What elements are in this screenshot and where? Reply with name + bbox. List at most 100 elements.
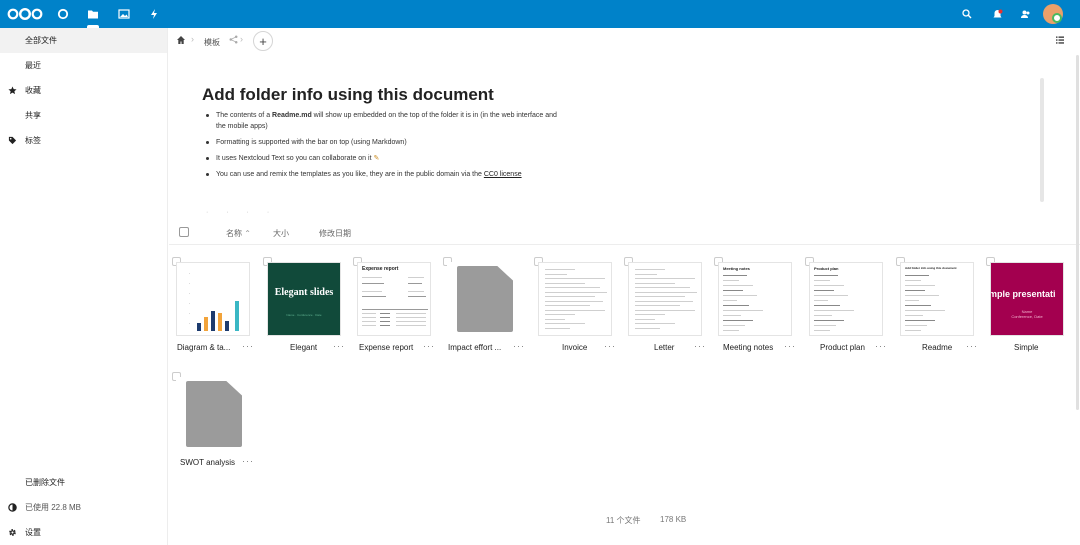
more-actions-icon[interactable]: ··· — [513, 341, 525, 351]
more-actions-icon[interactable]: ··· — [966, 341, 978, 351]
file-thumbnail[interactable]: Meeting notes — [718, 262, 792, 336]
cc0-license-link[interactable]: CC0 license — [484, 171, 522, 178]
photos-icon[interactable] — [116, 6, 132, 22]
thumbnail-text-line — [380, 325, 390, 326]
sidebar-item-label: 标签 — [25, 136, 41, 145]
file-thumbnail[interactable]: Add folder info using this document — [900, 262, 974, 336]
file-name[interactable]: Invoice — [562, 343, 587, 352]
sidebar-item-tags[interactable]: 标签 — [0, 128, 167, 153]
more-actions-icon[interactable]: ··· — [333, 341, 345, 351]
thumbnail-text-line — [814, 315, 832, 316]
thumbnail-text-line — [380, 317, 390, 318]
readme-content: The contents of a Readme.md will show up… — [206, 110, 566, 185]
column-header-size[interactable]: 大小 — [273, 228, 289, 239]
sidebar-item-recent[interactable]: 最近 — [0, 53, 167, 78]
notifications-icon[interactable] — [989, 6, 1005, 22]
more-actions-icon[interactable]: ··· — [242, 456, 254, 466]
sort-arrow-icon: ⌃ — [244, 229, 251, 238]
file-name[interactable]: SWOT analysis — [180, 458, 235, 467]
file-thumbnail[interactable]: Product plan — [809, 262, 883, 336]
file-name[interactable]: Product plan — [820, 343, 865, 352]
column-header-name[interactable]: 名称 ⌃ — [226, 228, 251, 239]
sidebar-quota[interactable]: 已使用 22.8 MB — [0, 495, 167, 520]
file-tile[interactable]: Diagram & ta... ··· — [172, 257, 262, 367]
more-actions-icon[interactable]: ··· — [694, 341, 706, 351]
sidebar-item-all-files[interactable]: 全部文件 — [0, 28, 167, 53]
list-view-icon[interactable] — [1055, 35, 1065, 45]
thumbnail-text-line — [905, 315, 923, 316]
breadcrumb-folder[interactable]: 模板 — [204, 37, 220, 48]
more-actions-icon[interactable]: ··· — [604, 341, 616, 351]
file-name[interactable]: Expense report — [359, 343, 413, 352]
sidebar-item-shared[interactable]: 共享 — [0, 103, 167, 128]
file-thumbnail[interactable] — [447, 262, 521, 336]
contacts-icon[interactable] — [1017, 6, 1033, 22]
thumbnail-text-line — [545, 287, 600, 288]
thumbnail-text-line — [362, 283, 384, 284]
thumbnail-text-line — [635, 300, 693, 302]
dashboard-icon[interactable] — [55, 6, 71, 22]
file-tile[interactable]: Invoice ··· — [534, 257, 624, 367]
file-name[interactable]: Letter — [654, 343, 674, 352]
file-thumbnail[interactable] — [628, 262, 702, 336]
file-name[interactable]: Readme — [922, 343, 952, 352]
thumbnail-text-line — [905, 275, 929, 276]
lightning-icon[interactable] — [146, 6, 162, 22]
thumbnail-text-line — [408, 291, 424, 292]
file-thumbnail[interactable] — [538, 262, 612, 336]
file-tile[interactable]: Product plan Product plan ··· — [805, 257, 895, 367]
sidebar-item-favorites[interactable]: 收藏 — [0, 78, 167, 103]
file-tile[interactable]: SWOT analysis ··· — [172, 372, 262, 482]
thumbnail-text-line — [189, 273, 190, 274]
readme-title: Add folder info using this document — [202, 85, 494, 104]
more-actions-icon[interactable]: ··· — [423, 341, 435, 351]
more-actions-icon[interactable]: ··· — [784, 341, 796, 351]
readme-scrollbar[interactable] — [1040, 78, 1044, 202]
thumbnail-text: Add folder info using this document — [905, 266, 957, 270]
sidebar-item-deleted-files[interactable]: 已删除文件 — [0, 470, 167, 495]
thumbnail-text: Expense report — [362, 266, 399, 272]
sidebar-item-settings[interactable]: 设置 — [0, 520, 167, 545]
thumbnail-text: Name · Conference · Date — [286, 313, 322, 317]
file-name[interactable]: Meeting notes — [723, 343, 773, 352]
file-name[interactable]: Elegant — [290, 343, 317, 352]
thumbnail-bar — [235, 301, 239, 331]
page-scrollbar[interactable] — [1076, 55, 1079, 410]
file-tile[interactable]: Expense report Expense report ··· — [353, 257, 443, 367]
file-tile[interactable]: mple presentati Name Conference, Date Simp… — [986, 257, 1076, 367]
more-actions-icon[interactable]: ··· — [875, 341, 887, 351]
select-all-checkbox[interactable] — [179, 227, 189, 237]
column-header-modified[interactable]: 修改日期 — [319, 228, 351, 239]
thumbnail-text-line — [635, 323, 675, 324]
thumbnail-text-line — [723, 320, 753, 321]
file-thumbnail[interactable]: Elegant slides Name · Conference · Date — [267, 262, 341, 336]
file-tile[interactable]: Letter ··· — [624, 257, 714, 367]
thumbnail-text-line — [723, 315, 741, 316]
file-name[interactable]: Diagram & ta... — [177, 343, 230, 352]
file-tile[interactable]: Add folder info using this document Readm… — [896, 257, 986, 367]
file-tile[interactable]: Meeting notes Meeting notes ··· — [714, 257, 804, 367]
share-icon[interactable] — [229, 35, 238, 44]
file-thumbnail[interactable]: Expense report — [357, 262, 431, 336]
files-icon[interactable] — [85, 6, 101, 22]
home-icon[interactable] — [176, 35, 186, 45]
thumbnail-text-line — [905, 325, 927, 326]
more-actions-icon[interactable]: ··· — [242, 341, 254, 351]
search-icon[interactable] — [959, 6, 975, 22]
thumbnail-text-line — [545, 305, 590, 306]
thumbnail-text-line — [905, 320, 935, 321]
file-name[interactable]: Impact effort ... — [448, 343, 501, 352]
add-new-button[interactable]: + — [253, 31, 273, 51]
file-tile[interactable]: Elegant slides Name · Conference · Date El… — [263, 257, 353, 367]
thumbnail-text-line — [362, 325, 376, 326]
file-thumbnail[interactable] — [176, 377, 250, 451]
file-name[interactable]: Simple — [1014, 343, 1038, 352]
nextcloud-logo[interactable] — [7, 8, 43, 20]
thumbnail-text-line — [905, 280, 921, 281]
file-thumbnail[interactable] — [176, 262, 250, 336]
file-tile[interactable]: Impact effort ... ··· — [443, 257, 533, 367]
thumbnail-text-line — [635, 287, 690, 288]
file-thumbnail[interactable]: mple presentati Name Conference, Date — [990, 262, 1064, 336]
thumbnail-text-line — [635, 305, 680, 306]
thumbnail-text-line — [189, 313, 190, 314]
